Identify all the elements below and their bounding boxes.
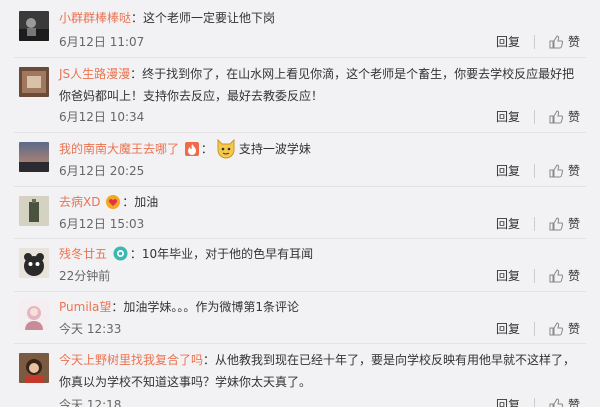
like-label: 赞 <box>567 217 580 231</box>
thumbs-up-icon <box>549 398 563 407</box>
comment-item: 我的南南大魔王去哪了 ： 支持一波学妹 6月12日 20:25 回复 赞 <box>0 133 600 186</box>
comment-username[interactable]: Pumila望 <box>59 300 111 314</box>
thumbs-up-icon <box>549 164 563 178</box>
avatar[interactable] <box>19 196 49 226</box>
cat-face-emoji <box>217 138 235 159</box>
heart-badge-icon <box>106 195 121 209</box>
avatar[interactable] <box>19 11 49 41</box>
like-button[interactable]: 赞 <box>549 216 580 232</box>
comment-username[interactable]: 我的南南大魔王去哪了 <box>59 142 179 156</box>
action-divider <box>533 164 535 178</box>
thumbs-up-icon <box>549 110 563 124</box>
avatar[interactable] <box>19 142 49 172</box>
action-divider <box>533 398 535 407</box>
comment-username[interactable]: 残冬廿五 <box>59 247 107 261</box>
comment-item: JS人生路漫漫：终于找到你了，在山水网上看见你滴，这个老师是个畜生，你要去学校反… <box>0 58 600 132</box>
action-divider <box>533 269 535 283</box>
like-label: 赞 <box>567 164 580 178</box>
comment-text-prefix: ： <box>200 142 213 156</box>
fire-badge-icon <box>184 142 199 156</box>
thumbs-up-icon <box>549 322 563 336</box>
comment-time: 6月12日 15:03 <box>59 217 145 231</box>
thumbs-up-icon <box>549 269 563 283</box>
comment-time: 今天 12:18 <box>59 398 122 407</box>
like-button[interactable]: 赞 <box>549 321 580 337</box>
reply-button[interactable]: 回复 <box>496 268 520 284</box>
comment-item: 残冬廿五 ：10年毕业，对于他的色早有耳闻 22分钟前 回复 赞 <box>0 239 600 291</box>
reply-button[interactable]: 回复 <box>496 34 520 50</box>
action-divider <box>533 35 535 49</box>
like-label: 赞 <box>567 269 580 283</box>
comment-text: ：终于找到你了，在山水网上看见你滴，这个老师是个畜生，你要去学校反应最好把你爸妈… <box>59 67 575 103</box>
action-divider <box>533 217 535 231</box>
comment-username[interactable]: 今天上野树里找我复合了吗 <box>59 353 203 367</box>
comment-time: 6月12日 20:25 <box>59 164 145 178</box>
comment-item: Pumila望：加油学妹。。。作为微博第1条评论 今天 12:33 回复 赞 <box>0 292 600 343</box>
comment-username[interactable]: JS人生路漫漫 <box>59 67 130 81</box>
reply-button[interactable]: 回复 <box>496 216 520 232</box>
reply-button[interactable]: 回复 <box>496 109 520 125</box>
like-button[interactable]: 赞 <box>549 163 580 179</box>
like-button[interactable]: 赞 <box>549 34 580 50</box>
comment-time: 6月12日 10:34 <box>59 110 145 124</box>
comment-text: ：加油学妹。。。作为微博第1条评论 <box>111 300 299 314</box>
avatar[interactable] <box>19 300 49 330</box>
like-label: 赞 <box>567 110 580 124</box>
comment-item: 今天上野树里找我复合了吗：从他教我到现在已经十年了，要是向学校反映有用他早就不这… <box>0 344 600 407</box>
action-divider <box>533 110 535 124</box>
vip-badge-icon <box>113 246 128 261</box>
comment-time: 22分钟前 <box>59 269 111 283</box>
thumbs-up-icon <box>549 217 563 231</box>
reply-button[interactable]: 回复 <box>496 163 520 179</box>
action-divider <box>533 322 535 336</box>
comment-time: 今天 12:33 <box>59 322 122 336</box>
reply-button[interactable]: 回复 <box>496 397 520 407</box>
comment-list: 小群群棒棒哒：这个老师一定要让他下岗 6月12日 11:07 回复 赞 JS人生… <box>0 0 600 407</box>
avatar[interactable] <box>19 353 49 383</box>
comment-text: ：加油 <box>122 195 159 209</box>
avatar[interactable] <box>19 67 49 97</box>
avatar[interactable] <box>19 248 49 278</box>
like-label: 赞 <box>567 35 580 49</box>
comment-item: 去病XD ：加油 6月12日 15:03 回复 赞 <box>0 187 600 238</box>
comment-text: ：10年毕业，对于他的色早有耳闻 <box>129 247 314 261</box>
comment-username[interactable]: 小群群棒棒哒 <box>59 11 131 25</box>
comment-time: 6月12日 11:07 <box>59 35 145 49</box>
reply-button[interactable]: 回复 <box>496 321 520 337</box>
like-button[interactable]: 赞 <box>549 109 580 125</box>
like-button[interactable]: 赞 <box>549 397 580 407</box>
comment-username[interactable]: 去病XD <box>59 195 100 209</box>
like-button[interactable]: 赞 <box>549 268 580 284</box>
like-label: 赞 <box>567 398 580 407</box>
thumbs-up-icon <box>549 35 563 49</box>
comment-text: ：这个老师一定要让他下岗 <box>131 11 276 25</box>
comment-text: 支持一波学妹 <box>238 142 311 156</box>
like-label: 赞 <box>567 322 580 336</box>
comment-item: 小群群棒棒哒：这个老师一定要让他下岗 6月12日 11:07 回复 赞 <box>0 0 600 57</box>
